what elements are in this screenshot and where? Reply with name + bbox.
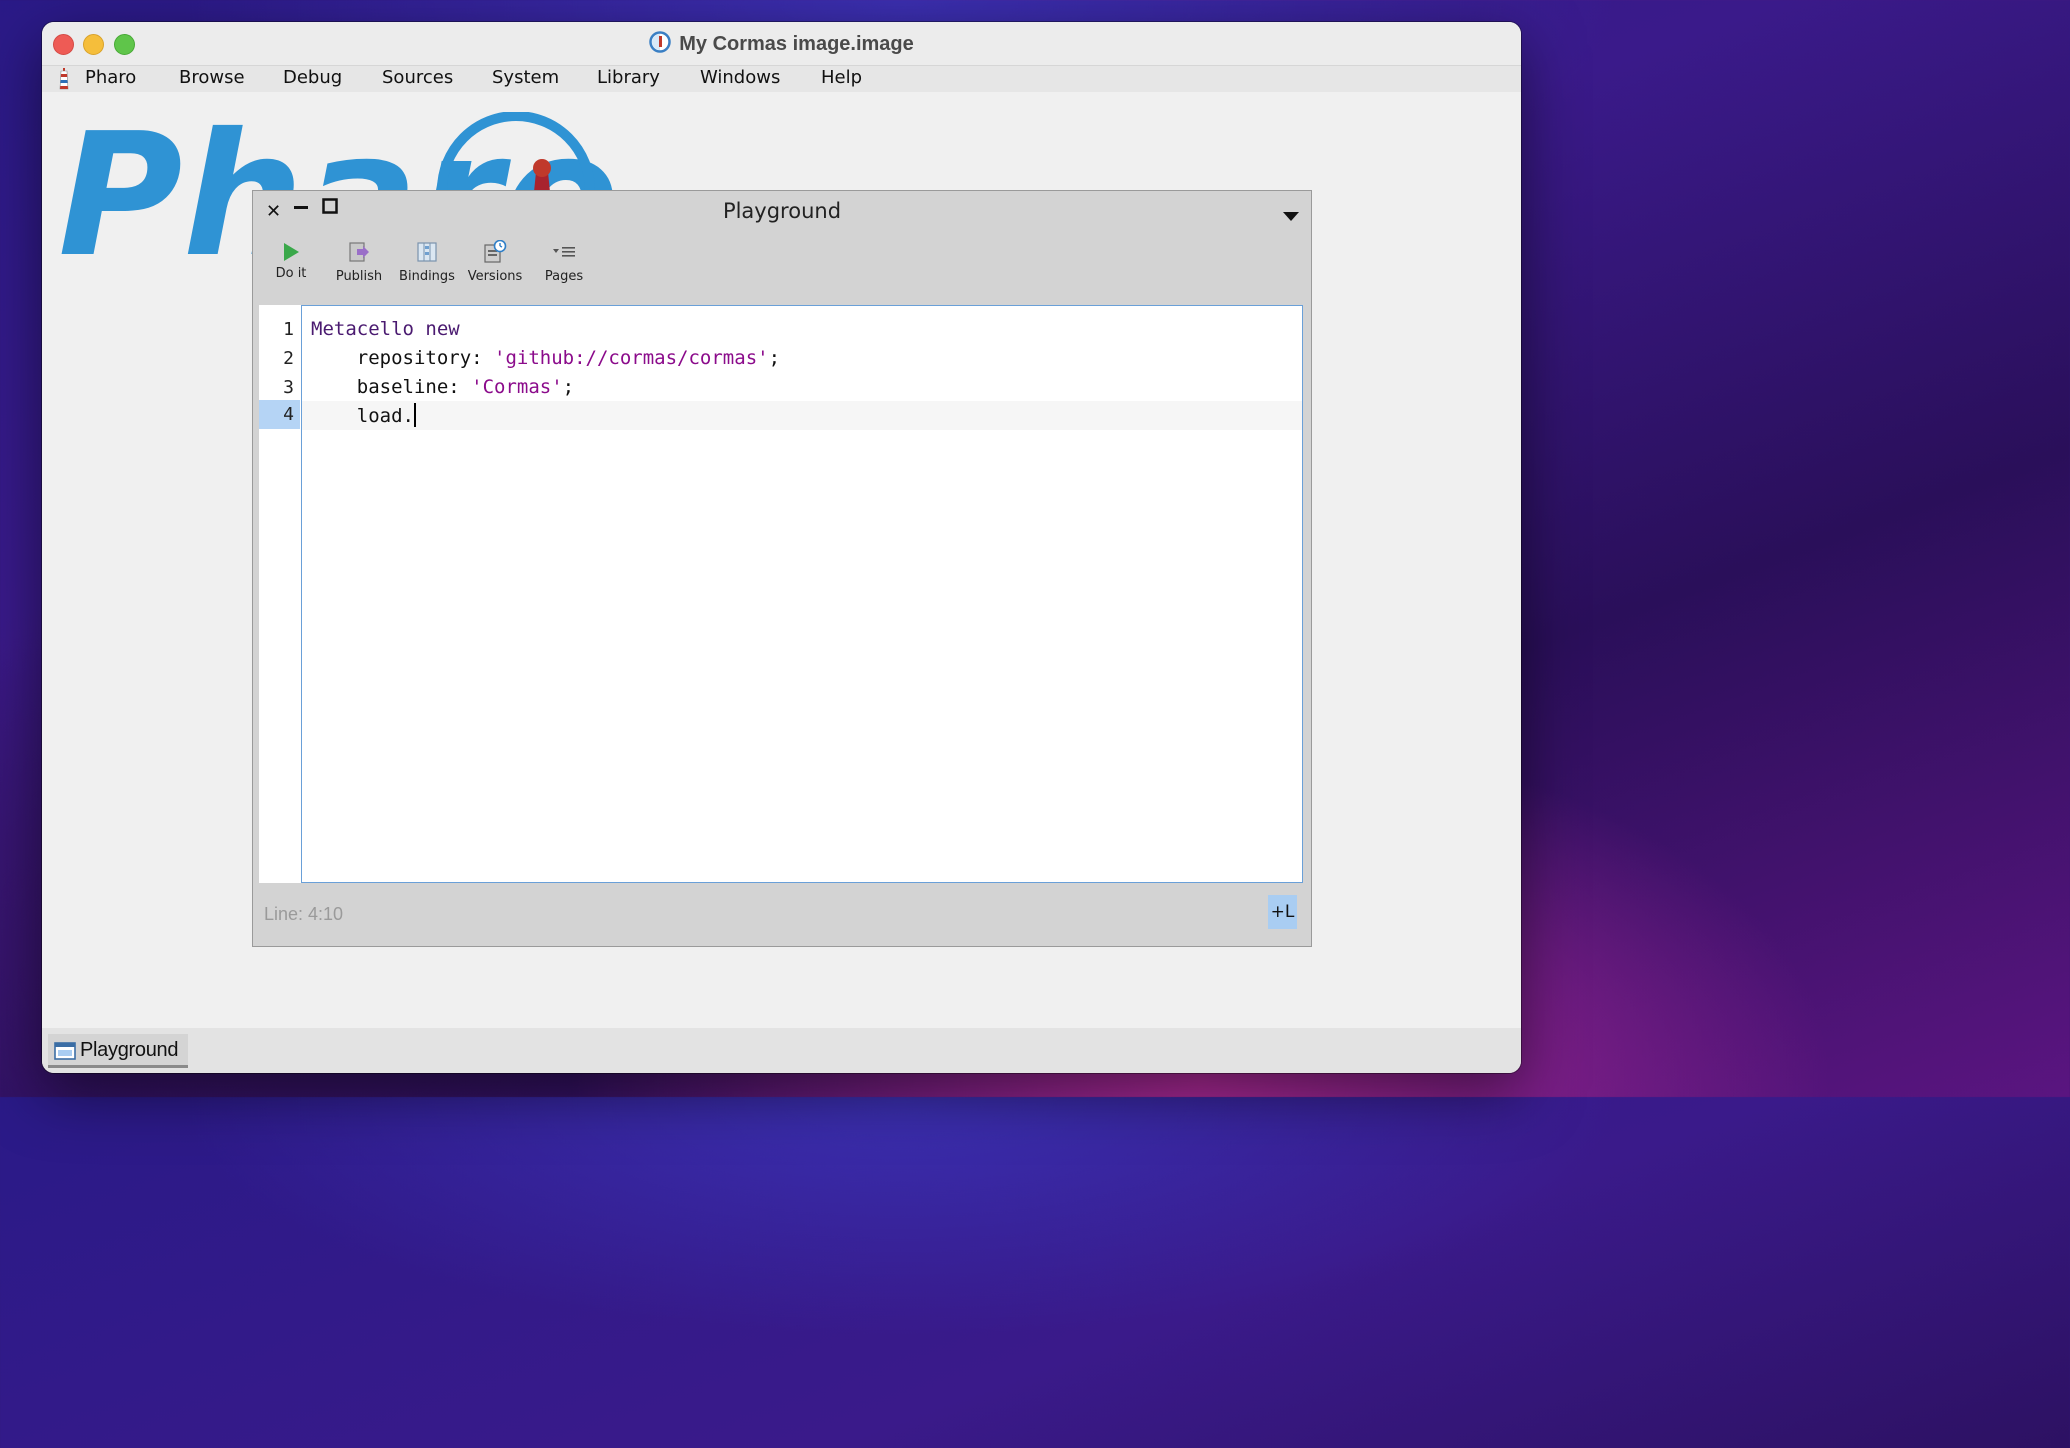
- lighthouse-icon[interactable]: [58, 68, 70, 95]
- line-number-gutter: 1 2 3 4: [259, 305, 301, 883]
- window-menu-icon[interactable]: [1283, 207, 1299, 226]
- pharo-world[interactable]: Pharo ✕ Playground Do it Publish Binding…: [42, 92, 1521, 1028]
- text-caret: [413, 403, 416, 427]
- pages-label: Pages: [544, 269, 584, 284]
- window-icon: [54, 1042, 76, 1064]
- menu-bar: Pharo Browse Debug Sources System Librar…: [42, 66, 1521, 92]
- taskbar-item-playground[interactable]: Playground: [48, 1034, 188, 1068]
- line-number-active: 4: [259, 400, 300, 429]
- title-bar[interactable]: My Cormas image.image: [42, 22, 1521, 66]
- menu-windows[interactable]: Windows: [700, 67, 780, 88]
- do-it-label: Do it: [275, 266, 307, 281]
- code-line-4[interactable]: load.: [311, 402, 416, 431]
- bindings-label: Bindings: [399, 269, 455, 284]
- taskbar: Playground: [42, 1028, 1521, 1073]
- pharo-app-icon: [649, 31, 671, 59]
- menu-system[interactable]: System: [492, 67, 559, 88]
- code-line-3[interactable]: baseline: 'Cormas';: [311, 373, 574, 402]
- code-editor[interactable]: Metacello new repository: 'github://corm…: [301, 305, 1303, 883]
- menu-debug[interactable]: Debug: [283, 67, 342, 88]
- versions-icon: [484, 240, 507, 263]
- do-it-button[interactable]: Do it: [259, 239, 323, 281]
- publish-icon: [349, 242, 369, 262]
- menu-library[interactable]: Library: [597, 67, 660, 88]
- mac-window: My Cormas image.image Pharo Browse Debug…: [42, 22, 1521, 1073]
- pages-icon: [553, 247, 575, 257]
- cursor-position-status: Line: 4:10: [264, 904, 344, 924]
- current-line-highlight: [302, 401, 1302, 430]
- line-number: 2: [283, 348, 294, 369]
- taskbar-item-label: Playground: [80, 1039, 179, 1061]
- code-line-1[interactable]: Metacello new: [311, 315, 460, 344]
- menu-sources[interactable]: Sources: [382, 67, 453, 88]
- publish-label: Publish: [335, 269, 383, 284]
- menu-browse[interactable]: Browse: [179, 67, 245, 88]
- playground-window[interactable]: ✕ Playground Do it Publish Bindings Vers…: [252, 190, 1312, 947]
- publish-button[interactable]: Publish: [327, 239, 391, 284]
- line-number: 3: [283, 377, 294, 398]
- window-title: My Cormas image.image: [42, 31, 1521, 59]
- pages-button[interactable]: Pages: [532, 239, 596, 284]
- code-line-2[interactable]: repository: 'github://cormas/cormas';: [311, 344, 780, 373]
- bindings-button[interactable]: Bindings: [395, 239, 459, 284]
- versions-label: Versions: [467, 269, 523, 284]
- menu-pharo[interactable]: Pharo: [85, 67, 136, 88]
- play-icon: [284, 243, 299, 261]
- menu-help[interactable]: Help: [821, 67, 862, 88]
- versions-button[interactable]: Versions: [463, 239, 527, 284]
- window-title-text: My Cormas image.image: [679, 33, 914, 55]
- playground-title: Playground: [722, 199, 842, 223]
- line-number: 1: [283, 319, 294, 340]
- line-numbers-toggle-button[interactable]: +L: [1268, 895, 1297, 929]
- bindings-icon: [417, 242, 437, 262]
